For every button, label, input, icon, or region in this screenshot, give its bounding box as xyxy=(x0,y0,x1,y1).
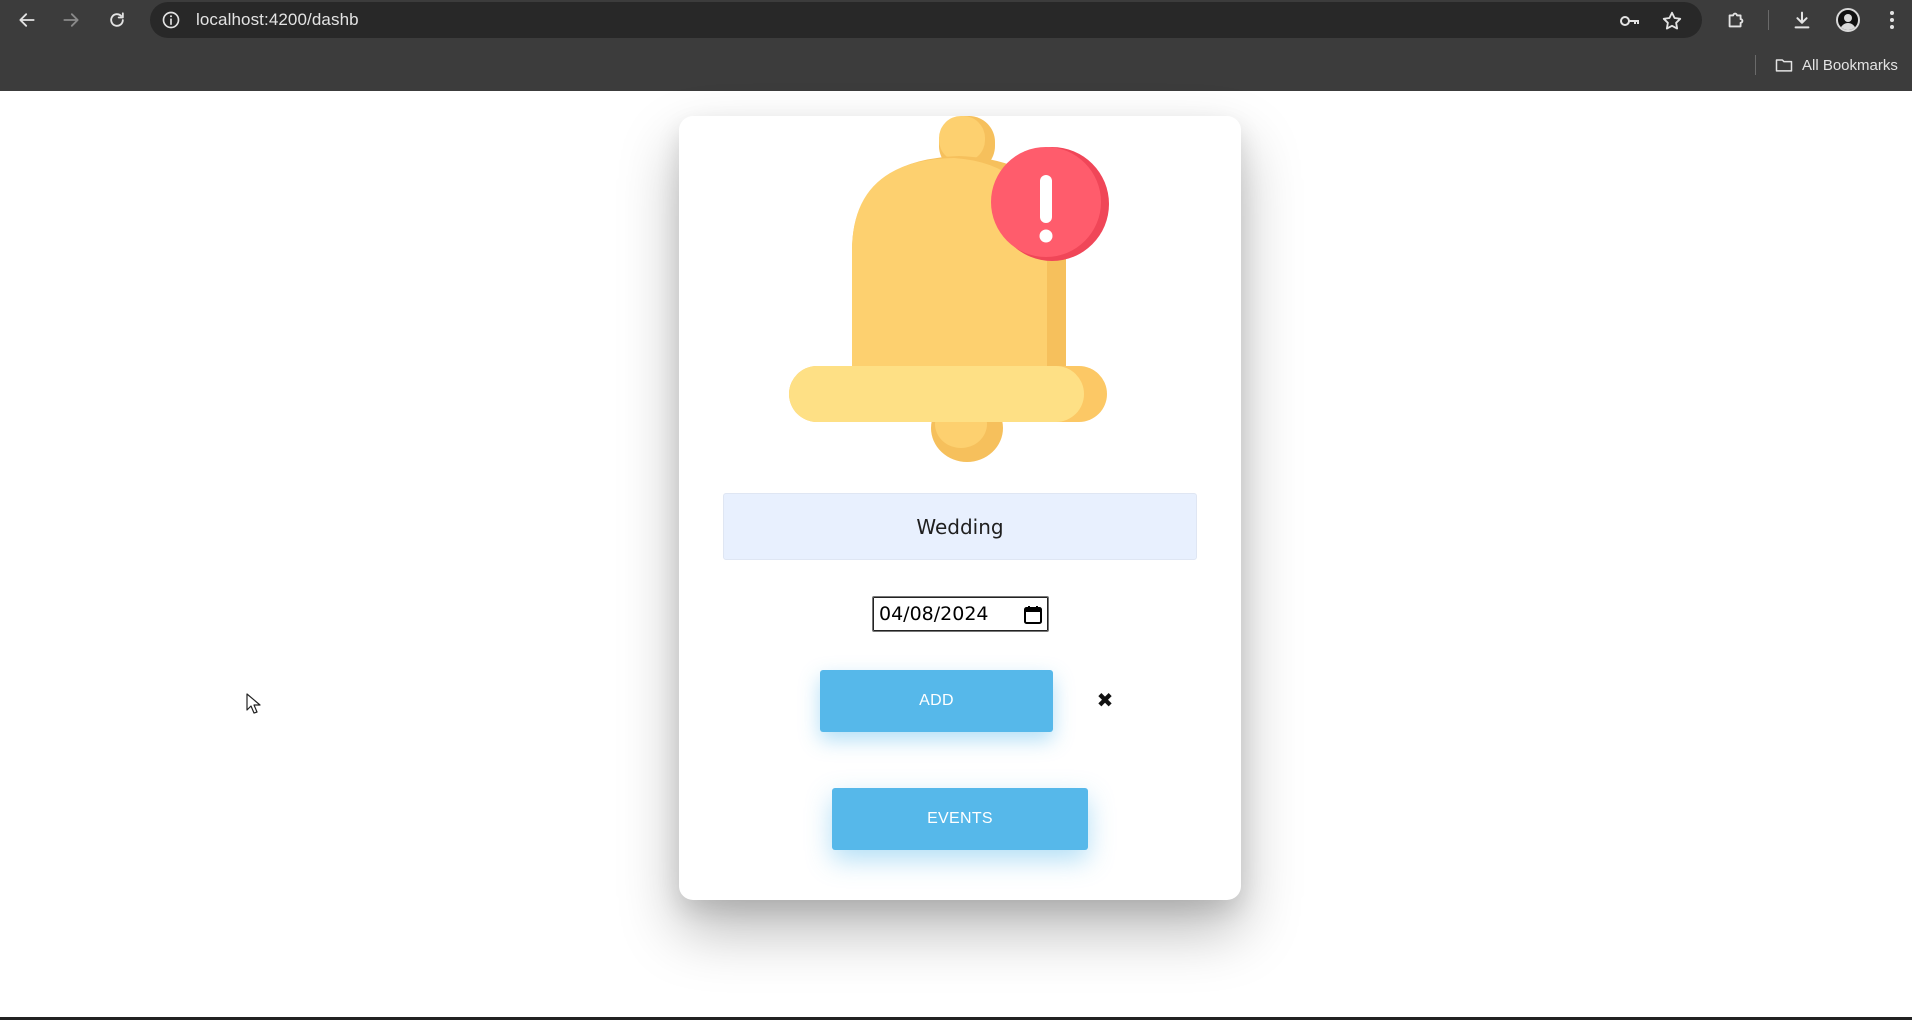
event-date-input[interactable]: 04/08/2024 xyxy=(872,596,1049,632)
date-value[interactable]: 04/08/2024 xyxy=(879,603,989,625)
all-bookmarks-label: All Bookmarks xyxy=(1802,56,1898,74)
forward-arrow-icon xyxy=(63,13,79,27)
downloads-button[interactable] xyxy=(1786,4,1818,36)
star-icon xyxy=(1662,11,1682,30)
reload-icon xyxy=(110,12,124,27)
back-arrow-icon xyxy=(19,13,35,27)
add-button[interactable]: ADD xyxy=(820,670,1053,732)
address-bar[interactable]: localhost:4200/dashb xyxy=(150,2,1702,38)
calendar-icon[interactable] xyxy=(1023,605,1043,625)
bell-alert-icon xyxy=(789,116,1109,462)
key-icon xyxy=(1620,16,1639,26)
back-button[interactable] xyxy=(11,4,43,36)
forward-button[interactable] xyxy=(55,4,87,36)
site-info-button[interactable] xyxy=(160,9,182,31)
url-text[interactable]: localhost:4200/dashb xyxy=(196,10,359,30)
bookmarks-divider xyxy=(1755,55,1756,75)
close-icon[interactable]: ✖ xyxy=(1093,688,1117,712)
kebab-menu-icon xyxy=(1890,11,1894,29)
events-button[interactable]: EVENTS xyxy=(832,788,1088,850)
page-viewport: Wedding 04/08/2024 ADD ✖ EVENTS xyxy=(0,91,1912,1018)
browser-menu-button[interactable] xyxy=(1876,4,1908,36)
mouse-cursor-icon xyxy=(246,693,261,714)
puzzle-icon xyxy=(1728,12,1744,28)
password-button[interactable] xyxy=(1618,9,1642,33)
event-card: Wedding 04/08/2024 ADD ✖ EVENTS xyxy=(679,116,1241,900)
toolbar-divider xyxy=(1768,10,1769,30)
all-bookmarks-button[interactable]: All Bookmarks xyxy=(1774,53,1898,77)
extensions-button[interactable] xyxy=(1720,4,1752,36)
browser-toolbar: localhost:4200/dashb xyxy=(0,0,1912,40)
bookmark-star-button[interactable] xyxy=(1660,9,1684,33)
download-icon xyxy=(1794,11,1810,29)
avatar-icon[interactable] xyxy=(1836,8,1860,32)
event-name-input[interactable]: Wedding xyxy=(723,493,1197,560)
reload-button[interactable] xyxy=(101,4,133,36)
folder-icon xyxy=(1775,59,1793,72)
bookmarks-bar: All Bookmarks xyxy=(0,40,1912,91)
info-icon xyxy=(162,11,180,29)
